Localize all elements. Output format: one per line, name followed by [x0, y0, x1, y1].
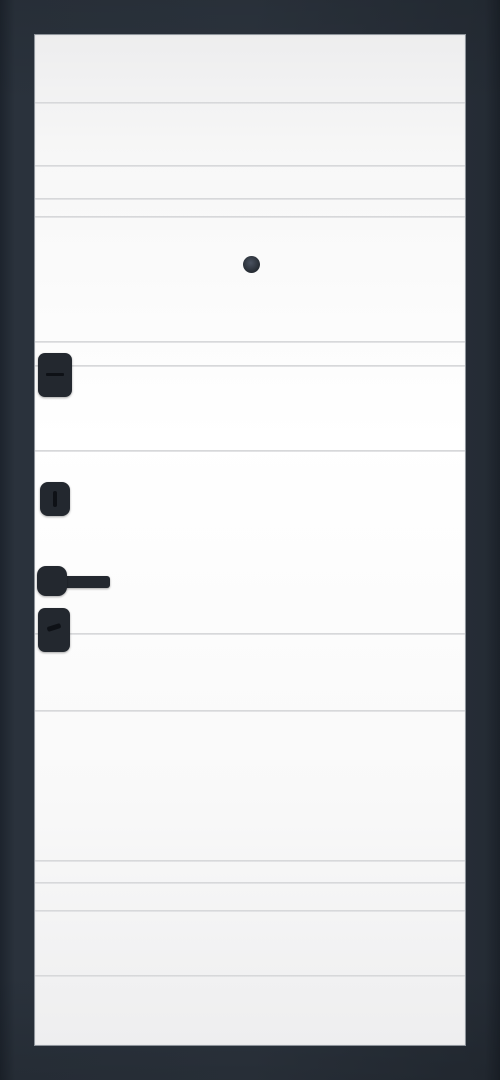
lock-turn-mark [46, 622, 62, 633]
panel-groove [34, 860, 466, 862]
lower-lock-plate-icon [38, 608, 70, 652]
panel-groove [34, 710, 466, 712]
panel-groove [34, 882, 466, 884]
handle-rose [37, 566, 67, 596]
panel-groove [34, 198, 466, 200]
panel-groove [34, 910, 466, 912]
keyhole [53, 491, 57, 507]
lock-slot [46, 373, 64, 376]
upper-lock-plate-icon [38, 353, 72, 397]
door-panel [34, 34, 466, 1046]
cylinder-lock-icon [40, 482, 70, 516]
panel-groove [34, 165, 466, 167]
panel-groove [34, 633, 466, 635]
door-image [0, 0, 500, 1080]
peephole-icon [243, 256, 260, 273]
panel-groove [34, 216, 466, 218]
panel-groove [34, 450, 466, 452]
panel-groove [34, 975, 466, 977]
panel-groove [34, 102, 466, 104]
panel-groove [34, 365, 466, 367]
panel-groove [34, 341, 466, 343]
